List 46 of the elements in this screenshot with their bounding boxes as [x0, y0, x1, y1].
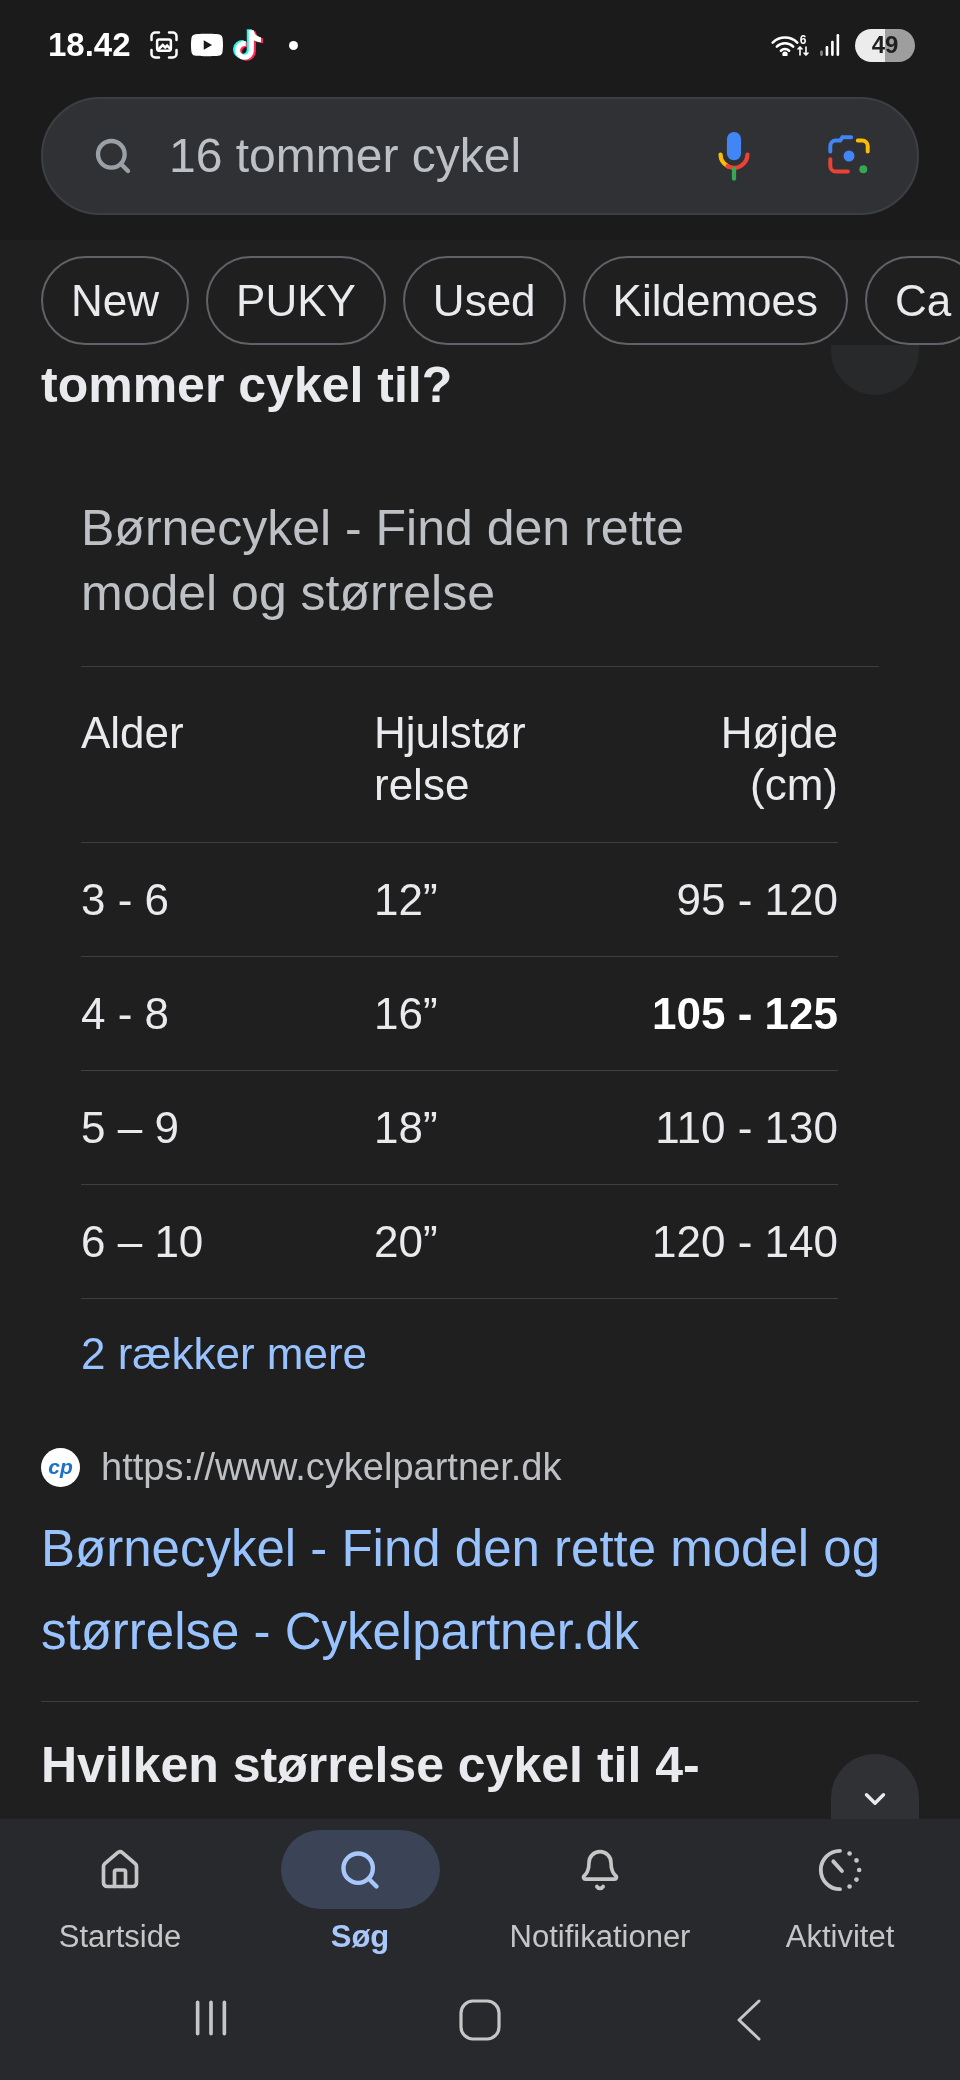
back-icon[interactable] [736, 1999, 762, 2041]
table-cell: 110 - 130 [655, 1101, 838, 1154]
battery-indicator: 49 [855, 28, 915, 62]
table-cell: 18” [374, 1101, 438, 1154]
nav-tab[interactable]: Startside [40, 1819, 200, 1985]
clock-icon [817, 1846, 863, 1893]
wifi-label: 6 [799, 34, 807, 46]
table-cell: 120 - 140 [652, 1215, 838, 1268]
column-header: Højde (cm) [719, 707, 838, 811]
search-icon [93, 136, 133, 176]
snippet-title: Børnecykel - Find den rette model og størrelse [81, 499, 686, 623]
table-cell: 5 – 9 [81, 1101, 179, 1154]
search-field[interactable]: 16 tommer cykel [41, 97, 919, 215]
table-cell: 12” [374, 873, 438, 926]
filter-chip[interactable]: Kildemoes [582, 256, 848, 345]
question-heading: Hvilken størrelse cykel til 4- [41, 1736, 700, 1795]
site-logo: cp [41, 1447, 80, 1487]
column-header: Alder [81, 707, 184, 759]
table-cell: 20” [374, 1215, 438, 1268]
table-cell: 6 – 10 [81, 1215, 204, 1268]
microphone-icon[interactable] [717, 130, 751, 182]
filter-chip[interactable]: New [41, 256, 190, 345]
nav-tab[interactable]: Aktivitet [760, 1819, 920, 1985]
question-heading: tommer cykel til? [41, 356, 453, 415]
status-time: 18.42 [48, 25, 131, 66]
music-note-icon [234, 30, 261, 60]
signal-icon [819, 33, 841, 57]
wifi-icon [771, 34, 799, 56]
table-cell: 16” [374, 987, 438, 1040]
table-cell: 105 - 125 [652, 987, 838, 1040]
data-arrows-icon [797, 46, 809, 56]
nav-tab[interactable]: Søg [280, 1819, 440, 1985]
more-rows-link[interactable]: 2 rækker mere [81, 1329, 368, 1378]
filter-chip[interactable]: PUKY [206, 256, 386, 345]
image-scan-icon [148, 30, 179, 60]
result-title-link[interactable]: Børnecykel - Find den rette model og størrelse - Cykelpartner.dk [41, 1507, 919, 1673]
home-square-icon[interactable] [459, 1999, 501, 2041]
table-cell: 3 - 6 [81, 873, 170, 926]
recent-apps-icon[interactable] [194, 1999, 228, 2037]
nav-tab[interactable]: Notifikationer [509, 1819, 691, 1985]
filter-chip[interactable]: Used [402, 256, 566, 345]
table-cell: 4 - 8 [81, 987, 170, 1040]
table-cell: 95 - 120 [676, 873, 838, 926]
column-header: Hjulstørrelse [374, 707, 527, 811]
search-input[interactable]: 16 tommer cykel [169, 120, 717, 192]
source-url: https://www.cykelpartner.dk [101, 1447, 562, 1487]
